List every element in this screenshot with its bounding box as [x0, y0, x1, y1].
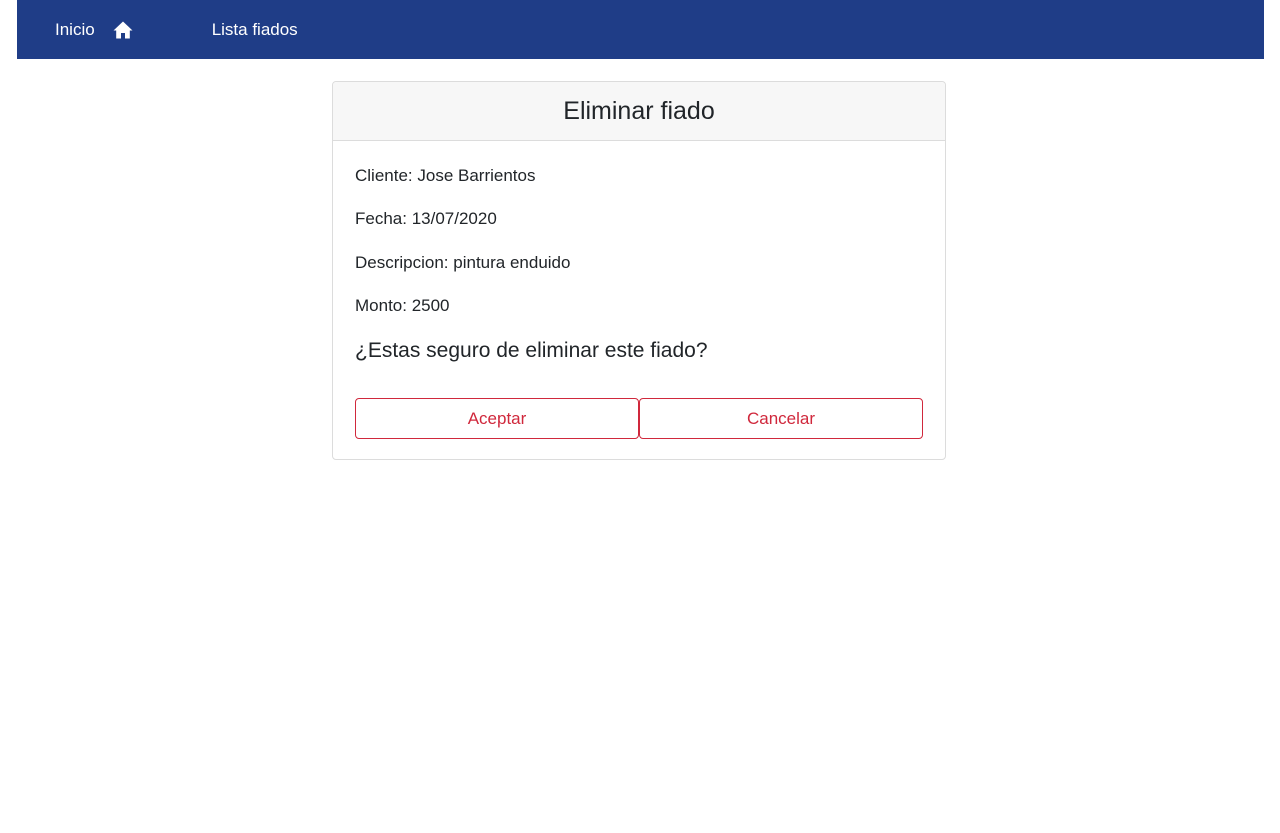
- cliente-text: Cliente: Jose Barrientos: [355, 166, 536, 185]
- top-navbar: Inicio Lista fiados: [17, 0, 1264, 59]
- fecha-text: Fecha: 13/07/2020: [355, 209, 497, 228]
- card-title: Eliminar fiado: [563, 96, 715, 125]
- cancel-button[interactable]: Cancelar: [639, 398, 923, 439]
- nav-lista-fiados-link[interactable]: Lista fiados: [212, 20, 298, 40]
- descripcion-text: Descripcion: pintura enduido: [355, 253, 571, 272]
- confirm-question: ¿Estas seguro de eliminar este fiado?: [355, 339, 708, 362]
- nav-home-link[interactable]: Inicio: [55, 20, 133, 40]
- home-icon: [113, 20, 133, 40]
- card-header: Eliminar fiado: [333, 82, 945, 141]
- nav-home-label: Inicio: [55, 19, 95, 39]
- card-body: Cliente: Jose Barrientos Fecha: 13/07/20…: [333, 166, 945, 439]
- delete-fiado-card: Eliminar fiado Cliente: Jose Barrientos …: [332, 81, 946, 460]
- button-row: Aceptar Cancelar: [355, 398, 923, 439]
- accept-button[interactable]: Aceptar: [355, 398, 639, 439]
- monto-text: Monto: 2500: [355, 296, 450, 315]
